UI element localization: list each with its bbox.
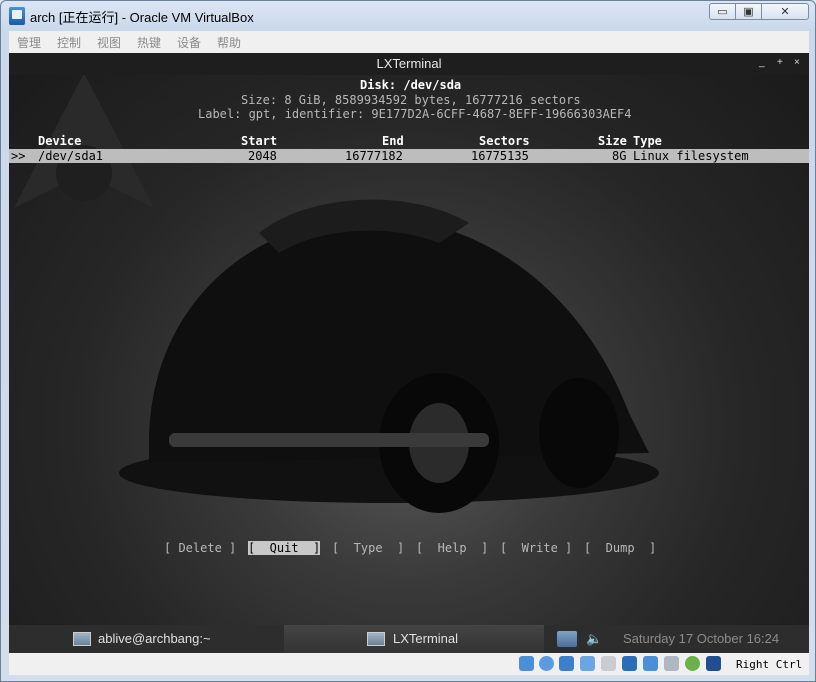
menu-manage[interactable]: 管理 — [17, 34, 41, 51]
task-label: ablive@archbang:~ — [98, 631, 211, 646]
menu-view[interactable]: 视图 — [97, 34, 121, 51]
menu-hotkey[interactable]: 热键 — [137, 34, 161, 51]
disk-label-line: Label: gpt, identifier: 9E177D2A-6CFF-46… — [198, 107, 632, 121]
mouse-integration-icon[interactable] — [685, 656, 700, 671]
write-action[interactable]: [ Write ] — [500, 541, 572, 555]
hard-disk-icon[interactable] — [519, 656, 534, 671]
pen-icon[interactable] — [580, 656, 595, 671]
virtualbox-window: arch [正在运行] - Oracle VM VirtualBox ▭ ▣ ✕… — [0, 0, 816, 682]
terminal-minimize-icon[interactable]: _ — [759, 57, 765, 68]
row-size: 8G — [612, 149, 627, 163]
menu-devices[interactable]: 设备 — [177, 34, 201, 51]
row-end: 16777182 — [345, 149, 403, 163]
title-bar[interactable]: arch [正在运行] - Oracle VM VirtualBox ▭ ▣ ✕ — [1, 1, 815, 31]
col-end: End — [382, 134, 404, 148]
col-type: Type — [633, 134, 662, 148]
row-device: /dev/sda1 — [38, 149, 104, 163]
capture-icon[interactable] — [664, 656, 679, 671]
close-button[interactable]: ✕ — [761, 3, 809, 20]
clock: Saturday 17 October 16:24 — [623, 631, 780, 646]
virtualbox-app-icon — [9, 7, 25, 25]
help-action[interactable]: [ Help ] — [416, 541, 488, 555]
dump-action[interactable]: [ Dump ] — [584, 541, 656, 555]
display-icon[interactable] — [622, 656, 637, 671]
download-icon[interactable] — [706, 656, 721, 671]
row-type: Linux filesystem — [633, 149, 749, 163]
task-lxterminal[interactable]: LXTerminal — [284, 625, 544, 653]
network-adapter-icon[interactable] — [643, 656, 658, 671]
disk-size-line: Size: 8 GiB, 8589934592 bytes, 16777216 … — [241, 93, 581, 107]
col-sectors: Sectors — [479, 134, 530, 148]
guest-taskbar: ablive@archbang:~ LXTerminal 🔈 Saturday … — [9, 625, 809, 653]
delete-action[interactable]: [ Delete ] — [164, 541, 236, 555]
terminal-title: LXTerminal — [9, 53, 809, 75]
col-device: Device — [38, 134, 82, 148]
terminal-close-icon[interactable]: × — [794, 57, 800, 68]
menu-control[interactable]: 控制 — [57, 34, 81, 51]
col-start: Start — [241, 134, 278, 148]
shared-folder-icon[interactable] — [601, 656, 616, 671]
monitor-icon — [367, 632, 385, 646]
row-sectors: 16775135 — [471, 149, 529, 163]
task-terminal-ablive[interactable]: ablive@archbang:~ — [9, 625, 284, 653]
col-size: Size — [598, 134, 627, 148]
volume-icon[interactable]: 🔈 — [586, 631, 602, 647]
vm-display[interactable]: LXTerminal _ + × Disk: /dev/sda Size: 8 … — [9, 53, 809, 653]
car-wallpaper-image — [119, 199, 659, 513]
type-action[interactable]: [ Type ] — [332, 541, 404, 555]
task-label: LXTerminal — [393, 631, 459, 646]
monitor-icon — [73, 632, 91, 646]
terminal-maximize-icon[interactable]: + — [777, 57, 783, 68]
optical-drive-icon[interactable] — [539, 656, 554, 671]
menu-help[interactable]: 帮助 — [217, 34, 241, 51]
usb-icon[interactable] — [559, 656, 574, 671]
row-start: 2048 — [248, 149, 277, 163]
menu-bar: 管理 控制 视图 热键 设备 帮助 — [9, 31, 809, 54]
row-marker: >> — [11, 149, 26, 163]
status-bar: Right Ctrl — [9, 653, 809, 675]
maximize-button[interactable]: ▣ — [735, 3, 762, 20]
minimize-button[interactable]: ▭ — [709, 3, 736, 20]
disk-line: Disk: /dev/sda — [360, 78, 462, 92]
host-key-label: Right Ctrl — [736, 658, 803, 671]
network-icon[interactable] — [557, 631, 577, 647]
window-title: arch [正在运行] - Oracle VM VirtualBox — [30, 10, 254, 25]
quit-action[interactable]: [ Quit ] — [248, 541, 321, 555]
